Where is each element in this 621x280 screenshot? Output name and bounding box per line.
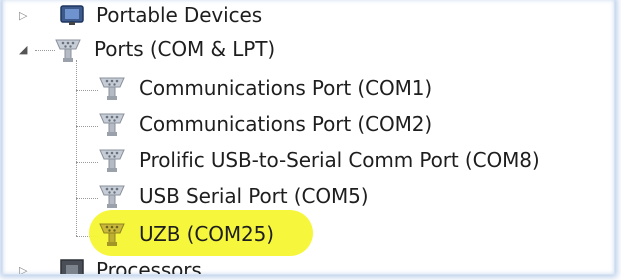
tree-node-label: Portable Devices <box>96 3 263 27</box>
tree-node-label: Ports (COM & LPT) <box>94 37 276 61</box>
tree-connector <box>76 126 98 127</box>
serial-port-icon <box>97 182 127 210</box>
tree-connector <box>76 198 98 199</box>
processor-icon <box>59 258 85 274</box>
serial-port-icon <box>97 220 127 248</box>
serial-port-icon <box>53 36 83 64</box>
tree-connector <box>76 162 98 163</box>
tree-node-label: UZB (COM25) <box>139 222 274 246</box>
serial-port-icon <box>97 74 127 102</box>
expand-arrow-icon[interactable]: ▷ <box>19 264 27 274</box>
tree-connector <box>35 50 55 51</box>
device-manager-tree: ▷ Portable Devices ◢ Ports (COM & LPT) C… <box>3 0 614 274</box>
tree-node-label: Communications Port (COM1) <box>139 76 433 100</box>
expand-arrow-icon[interactable]: ▷ <box>19 9 27 22</box>
collapse-arrow-icon[interactable]: ◢ <box>19 43 27 56</box>
portable-device-icon <box>59 4 85 26</box>
tree-node-label: Communications Port (COM2) <box>139 112 433 136</box>
tree-node-label: Prolific USB-to-Serial Comm Port (COM8) <box>139 148 540 172</box>
tree-node-label: Processors <box>96 258 202 274</box>
serial-port-icon <box>97 146 127 174</box>
serial-port-icon <box>97 110 127 138</box>
tree-connector <box>76 90 98 91</box>
tree-node-label: USB Serial Port (COM5) <box>139 184 369 208</box>
tree-connector <box>76 60 77 236</box>
